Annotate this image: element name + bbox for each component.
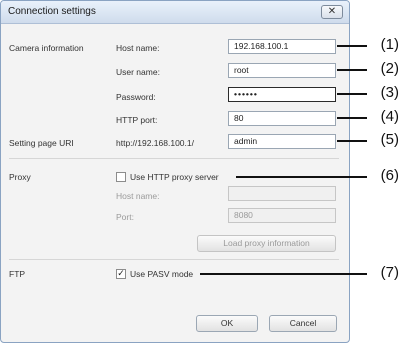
user-name-label: User name: [116, 67, 160, 77]
callout-line-5 [337, 140, 367, 142]
callout-4: (4) [380, 108, 399, 125]
proxy-host-name-label: Host name: [116, 191, 160, 201]
setting-page-uri-prefix: http://192.168.100.1/ [116, 138, 194, 148]
password-label: Password: [116, 92, 156, 102]
ftp-section-label: FTP [9, 269, 26, 279]
separator [9, 158, 339, 159]
callout-2: (2) [380, 60, 399, 77]
callout-line-3 [337, 93, 367, 95]
callout-line-1 [337, 45, 367, 47]
http-port-field[interactable]: 80 [228, 111, 336, 126]
callout-line-7 [200, 273, 367, 275]
callout-line-4 [337, 117, 367, 119]
callout-line-6 [236, 176, 367, 178]
callout-line-2 [337, 69, 367, 71]
camera-section-label: Camera information [9, 43, 84, 53]
close-button[interactable]: ✕ [321, 5, 343, 19]
proxy-host-name-field[interactable] [228, 186, 336, 201]
callout-6: (6) [380, 167, 399, 184]
setting-page-uri-label: Setting page URI [9, 138, 74, 148]
use-pasv-label[interactable]: Use PASV mode [130, 269, 193, 279]
callout-5: (5) [380, 131, 399, 148]
callout-7: (7) [380, 264, 399, 281]
title-bar: Connection settings ✕ [1, 1, 349, 24]
host-name-label: Host name: [116, 43, 160, 53]
host-name-field[interactable]: 192.168.100.1 [228, 39, 336, 54]
callout-1: (1) [380, 36, 399, 53]
load-proxy-information-button[interactable]: Load proxy information [197, 235, 336, 252]
proxy-port-field[interactable]: 8080 [228, 208, 336, 223]
user-name-field[interactable]: root [228, 63, 336, 78]
ok-button[interactable]: OK [196, 315, 258, 332]
dialog-title: Connection settings [8, 6, 96, 17]
use-pasv-checkbox[interactable]: ✓ [116, 269, 126, 279]
checkmark-icon: ✓ [117, 269, 125, 279]
setting-page-uri-field[interactable]: admin [228, 134, 336, 149]
http-port-label: HTTP port: [116, 115, 158, 125]
cancel-button[interactable]: Cancel [269, 315, 337, 332]
close-icon: ✕ [327, 6, 337, 17]
callout-3: (3) [380, 84, 399, 101]
proxy-section-label: Proxy [9, 172, 31, 182]
use-proxy-label[interactable]: Use HTTP proxy server [130, 172, 219, 182]
password-field[interactable]: •••••• [228, 87, 336, 102]
use-proxy-checkbox[interactable] [116, 172, 126, 182]
connection-settings-dialog: Connection settings ✕ Camera information… [0, 0, 350, 343]
separator [9, 259, 339, 260]
proxy-port-label: Port: [116, 212, 134, 222]
